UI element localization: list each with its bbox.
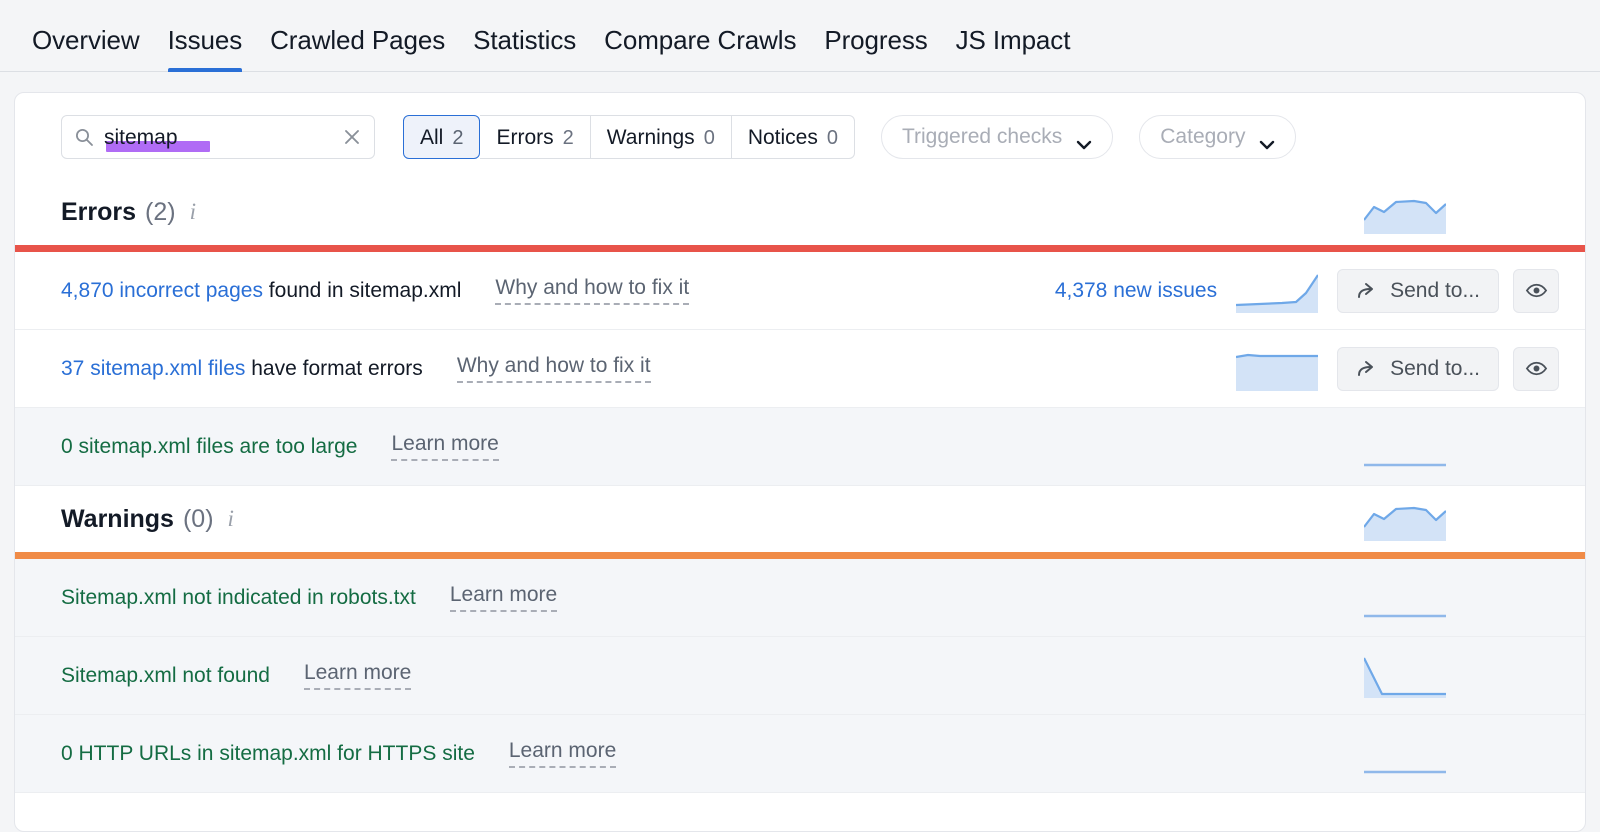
issue-row: 37 sitemap.xml files have format errors W… xyxy=(15,330,1585,408)
search-input[interactable]: sitemap xyxy=(61,115,375,159)
section-title: Warnings xyxy=(61,504,174,533)
info-icon[interactable]: i xyxy=(228,506,234,532)
tab-progress[interactable]: Progress xyxy=(810,25,941,72)
issue-rest-text: Sitemap.xml not indicated in robots.txt xyxy=(61,585,416,609)
search-icon xyxy=(74,127,94,147)
info-icon[interactable]: i xyxy=(190,199,196,225)
eye-icon xyxy=(1525,357,1548,380)
issues-list: Errors (2) i 4,870 incorrect pages found in… xyxy=(15,179,1585,793)
send-to-label: Send to... xyxy=(1390,356,1480,380)
severity-filter-group: All 2 Errors 2 Warnings 0 Notices 0 xyxy=(403,115,855,159)
section-header-errors: Errors (2) i xyxy=(15,179,1585,245)
filter-toolbar: sitemap All 2 Errors 2 Warnings 0 Notices 0 Tri… xyxy=(15,93,1585,179)
tab-compare-crawls[interactable]: Compare Crawls xyxy=(590,25,810,72)
close-icon[interactable] xyxy=(342,127,362,147)
issue-text: Sitemap.xml not found xyxy=(61,664,270,688)
tab-js-impact[interactable]: JS Impact xyxy=(942,25,1085,72)
issue-text: 0 sitemap.xml files are too large xyxy=(61,435,357,459)
dropdown-group: Triggered checks Category xyxy=(855,115,1297,159)
section-title: Errors xyxy=(61,197,137,226)
issue-sparkline xyxy=(1217,269,1337,313)
send-to-button[interactable]: Send to... xyxy=(1337,268,1499,313)
tab-overview[interactable]: Overview xyxy=(18,25,154,72)
filter-notices[interactable]: Notices 0 xyxy=(731,115,855,159)
issue-row: Sitemap.xml not found Learn more xyxy=(15,637,1585,715)
row-actions xyxy=(1345,637,1585,714)
issue-help-link[interactable]: Learn more xyxy=(449,583,558,612)
issue-rest-text: found in sitemap.xml xyxy=(262,278,462,302)
issue-rest-text: 0 HTTP URLs in sitemap.xml for HTTPS sit… xyxy=(61,741,475,765)
severity-divider-errors xyxy=(15,245,1585,252)
issue-help-link[interactable]: Why and how to fix it xyxy=(456,354,651,383)
chevron-down-icon xyxy=(1259,132,1275,150)
tab-issues[interactable]: Issues xyxy=(154,25,257,72)
share-arrow-icon xyxy=(1356,358,1378,380)
issue-sparkline xyxy=(1345,732,1465,776)
share-arrow-icon xyxy=(1356,280,1378,302)
eye-icon xyxy=(1525,279,1548,302)
issue-rest-text: Sitemap.xml not found xyxy=(61,663,270,687)
send-to-label: Send to... xyxy=(1390,278,1480,302)
filter-label: All xyxy=(420,126,444,149)
issue-sparkline xyxy=(1345,654,1465,698)
dropdown-category[interactable]: Category xyxy=(1139,115,1297,159)
toggle-visibility-button[interactable] xyxy=(1513,268,1559,313)
issue-sparkline xyxy=(1217,347,1337,391)
filter-errors[interactable]: Errors 2 xyxy=(480,115,591,159)
section-count: (2) xyxy=(145,197,176,226)
issue-row: 0 HTTP URLs in sitemap.xml for HTTPS sit… xyxy=(15,715,1585,793)
issue-rest-text: 0 sitemap.xml files are too large xyxy=(61,434,358,458)
issue-rest-text: have format errors xyxy=(245,356,423,380)
filter-count: 0 xyxy=(703,127,715,149)
row-actions xyxy=(1345,408,1585,485)
row-actions xyxy=(1345,715,1585,792)
issue-sparkline xyxy=(1345,425,1465,469)
issue-text: 4,870 incorrect pages found in sitemap.x… xyxy=(61,279,461,303)
toggle-visibility-button[interactable] xyxy=(1513,346,1559,391)
filter-count: 2 xyxy=(452,127,464,149)
issue-help-link[interactable]: Learn more xyxy=(303,661,412,690)
filter-count: 2 xyxy=(562,127,574,149)
issue-row: 4,870 incorrect pages found in sitemap.x… xyxy=(15,252,1585,330)
issue-link[interactable]: 4,870 incorrect pages xyxy=(61,279,263,302)
severity-divider-warnings xyxy=(15,552,1585,559)
main-tab-bar: Overview Issues Crawled Pages Statistics Com… xyxy=(0,0,1600,72)
issue-help-link[interactable]: Learn more xyxy=(508,739,617,768)
dropdown-label: Triggered checks xyxy=(901,125,1063,148)
issue-help-link[interactable]: Why and how to fix it xyxy=(495,276,690,305)
issue-row: Sitemap.xml not indicated in robots.txt L… xyxy=(15,559,1585,637)
send-to-button[interactable]: Send to... xyxy=(1337,346,1499,391)
issue-link[interactable]: 37 sitemap.xml files xyxy=(61,357,245,380)
issue-row: 0 sitemap.xml files are too large Learn m… xyxy=(15,408,1585,486)
tab-statistics[interactable]: Statistics xyxy=(459,25,590,72)
section-sparkline-area xyxy=(1345,179,1585,245)
dropdown-triggered-checks[interactable]: Triggered checks xyxy=(880,115,1114,159)
issue-text: 0 HTTP URLs in sitemap.xml for HTTPS sit… xyxy=(61,742,475,766)
section-sparkline xyxy=(1345,497,1465,541)
row-actions xyxy=(1345,559,1585,636)
section-count: (0) xyxy=(182,504,214,533)
row-actions: Send to... xyxy=(1217,330,1585,407)
filter-warnings[interactable]: Warnings 0 xyxy=(590,115,732,159)
section-header-warnings: Warnings (0) i xyxy=(15,486,1585,552)
issue-help-link[interactable]: Learn more xyxy=(391,432,499,461)
filter-count: 0 xyxy=(826,127,838,149)
search-input-value: sitemap xyxy=(104,125,178,149)
filter-all[interactable]: All 2 xyxy=(403,115,481,159)
dropdown-label: Category xyxy=(1160,125,1246,148)
row-actions: 4,378 new issues Send to... xyxy=(1055,252,1585,329)
filter-label: Notices xyxy=(747,126,818,149)
filter-label: Warnings xyxy=(606,126,695,149)
filter-label: Errors xyxy=(496,126,554,149)
section-sparkline-area xyxy=(1345,486,1585,552)
issue-text: 37 sitemap.xml files have format errors xyxy=(61,357,423,381)
issue-sparkline xyxy=(1345,576,1465,620)
chevron-down-icon xyxy=(1076,132,1092,150)
issues-card: sitemap All 2 Errors 2 Warnings 0 Notices 0 Tri… xyxy=(14,92,1586,832)
new-issues-link[interactable]: 4,378 new issues xyxy=(1055,279,1217,303)
tab-crawled-pages[interactable]: Crawled Pages xyxy=(256,25,459,72)
issue-text: Sitemap.xml not indicated in robots.txt xyxy=(61,586,416,610)
section-sparkline xyxy=(1345,190,1465,234)
